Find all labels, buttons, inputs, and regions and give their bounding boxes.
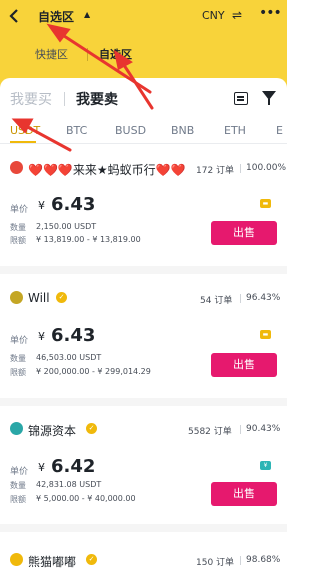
asset-tab-busd[interactable]: BUSD: [115, 124, 146, 137]
tab-sell[interactable]: 我要卖: [76, 89, 118, 109]
asset-tab-more[interactable]: E: [276, 124, 283, 137]
asset-tab-btc[interactable]: BTC: [66, 124, 87, 137]
quantity-label: 数量: [10, 354, 26, 363]
seller-name[interactable]: ❤️❤️❤️来来★蚂蚁币行❤️❤️: [28, 161, 185, 178]
quantity-value: 46,503.00 USDT: [36, 353, 102, 362]
main-panel: 我要买 我要卖 USDT BTC BUSD BNB ETH E ❤️❤️❤️来来…: [0, 78, 287, 575]
seller-row[interactable]: 熊猫嘟嘟 ✓ 150 订单 98.68%: [0, 550, 287, 570]
completion-rate: 100.00%: [246, 163, 287, 173]
seller-row[interactable]: ❤️❤️❤️来来★蚂蚁币行❤️❤️ 172 订单 100.00%: [0, 158, 287, 178]
navbar: 自选区 ▲ CNY ⇌ •••: [0, 0, 287, 32]
seller-row[interactable]: Will ✓ 54 订单 96.43%: [0, 288, 287, 308]
active-tab-indicator: [10, 141, 36, 143]
caret-up-icon[interactable]: ▲: [84, 10, 90, 19]
quantity-value: 2,150.00 USDT: [36, 222, 97, 231]
limit-label: 限额: [10, 495, 26, 504]
tab-buy[interactable]: 我要买: [10, 89, 52, 109]
quantity-value: 42,831.08 USDT: [36, 480, 102, 489]
currency-selector[interactable]: CNY: [202, 9, 225, 22]
currency-symbol: ¥: [38, 199, 45, 212]
currency-symbol: ¥: [38, 461, 45, 474]
seller-name[interactable]: Will: [28, 291, 50, 305]
page-title[interactable]: 自选区: [38, 8, 74, 25]
limit-label: 限额: [10, 236, 26, 245]
order-count: 150 订单: [196, 558, 235, 568]
tab-quick-zone[interactable]: 快捷区: [35, 46, 68, 62]
avatar: [10, 422, 23, 435]
verified-icon: ✓: [86, 423, 97, 434]
completion-rate: 98.68%: [246, 555, 281, 565]
asset-tab-bnb[interactable]: BNB: [171, 124, 194, 137]
sell-button[interactable]: 出售: [211, 482, 277, 506]
unit-price: 6.43: [51, 194, 96, 215]
card-divider: [0, 524, 287, 532]
trade-tabs: 我要买 我要卖: [0, 86, 287, 110]
zone-tabs: 快捷区 自选区: [0, 40, 287, 68]
tab-custom-zone[interactable]: 自选区: [99, 46, 132, 62]
card-divider: [0, 266, 287, 274]
asset-tabs: USDT BTC BUSD BNB ETH E: [0, 122, 287, 144]
limit-label: 限额: [10, 368, 26, 377]
unit-price-label: 单价: [10, 467, 29, 477]
bank-card-icon: ▬: [260, 199, 271, 208]
filter-icon[interactable]: [262, 91, 276, 105]
quantity-label: 数量: [10, 223, 26, 232]
unit-price: 6.43: [51, 325, 96, 346]
verified-icon: ✓: [86, 554, 97, 565]
order-count: 54 订单: [200, 296, 233, 306]
avatar: [10, 291, 23, 304]
currency-symbol: ¥: [38, 330, 45, 343]
completion-rate: 90.43%: [246, 424, 281, 434]
seller-name[interactable]: 锦源资本: [28, 422, 76, 439]
order-count: 5582 订单: [188, 427, 232, 437]
avatar: [10, 161, 23, 174]
limit-value: ¥ 200,000.00 - ¥ 299,014.29: [36, 367, 151, 376]
divider: [240, 556, 241, 565]
wechat-pay-icon: ¥: [260, 461, 271, 470]
sell-button[interactable]: 出售: [211, 221, 277, 245]
completion-rate: 96.43%: [246, 293, 281, 303]
divider: [87, 48, 88, 61]
divider: [240, 164, 241, 173]
back-arrow-icon[interactable]: [8, 7, 22, 25]
orders-icon[interactable]: [234, 92, 248, 105]
unit-price-label: 单价: [10, 336, 29, 346]
unit-price: 6.42: [51, 456, 96, 477]
swap-icon[interactable]: ⇌: [232, 8, 242, 22]
card-divider: [0, 398, 287, 406]
avatar: [10, 553, 23, 566]
unit-price-label: 单价: [10, 205, 29, 215]
quantity-label: 数量: [10, 481, 26, 490]
asset-tab-eth[interactable]: ETH: [224, 124, 246, 137]
seller-name[interactable]: 熊猫嘟嘟: [28, 553, 76, 570]
sell-button[interactable]: 出售: [211, 353, 277, 377]
verified-icon: ✓: [56, 292, 67, 303]
more-icon[interactable]: •••: [259, 5, 282, 21]
seller-row[interactable]: 锦源资本 ✓ 5582 订单 90.43%: [0, 419, 287, 439]
divider: [240, 294, 241, 303]
limit-value: ¥ 5,000.00 - ¥ 40,000.00: [36, 494, 136, 503]
divider: [240, 425, 241, 434]
divider: [64, 92, 65, 106]
asset-tab-usdt[interactable]: USDT: [10, 124, 40, 137]
order-count: 172 订单: [196, 166, 235, 176]
bank-card-icon: ▬: [260, 330, 271, 339]
limit-value: ¥ 13,819.00 - ¥ 13,819.00: [36, 235, 141, 244]
